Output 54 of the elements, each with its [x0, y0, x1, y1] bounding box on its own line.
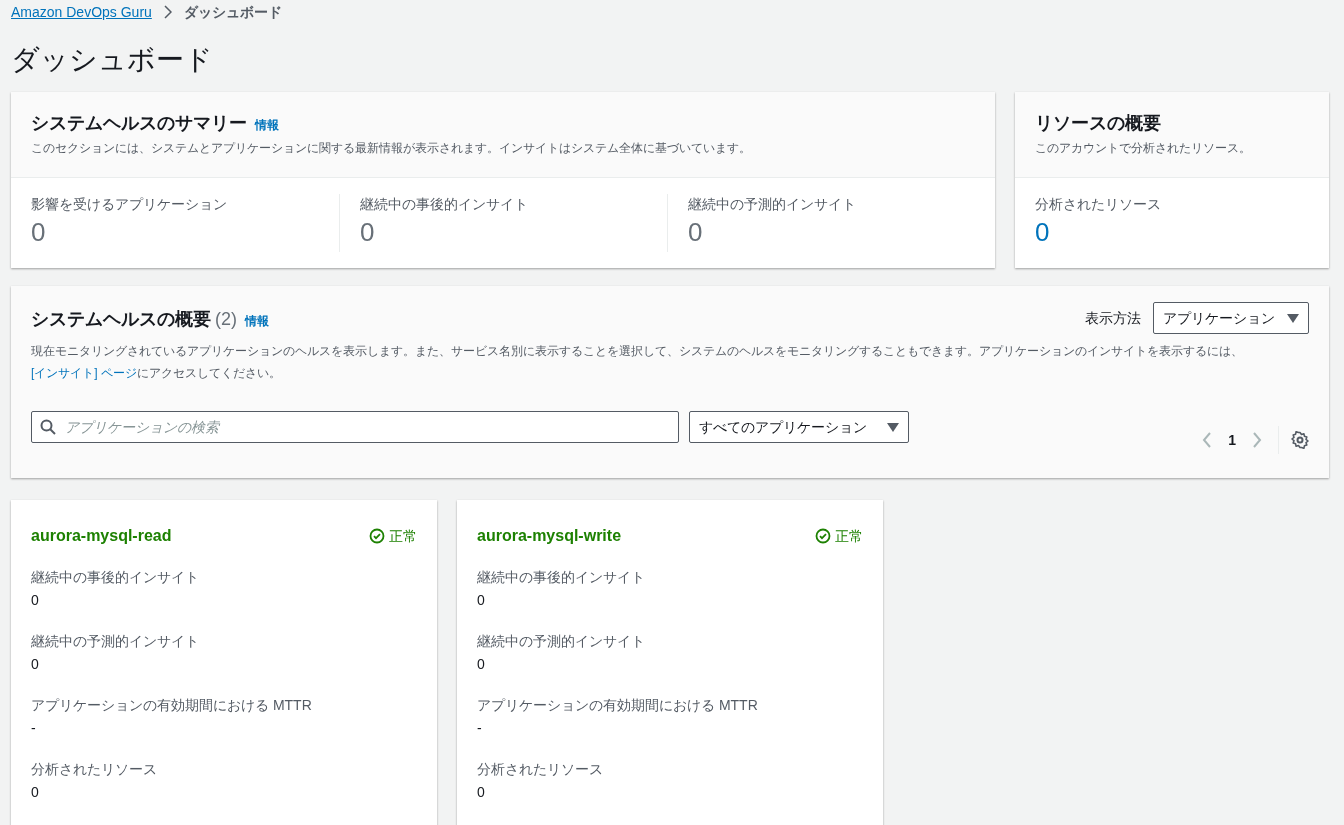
caret-icon	[1287, 313, 1299, 323]
field-value: 0	[31, 591, 39, 610]
item-count: (2)	[215, 308, 237, 331]
application-name-link[interactable]: aurora-mysql-read	[31, 524, 172, 548]
section-description: このセクションには、システムとアプリケーションに関する最新情報が表示されます。インサイトはシステム全体に基づいています。	[31, 140, 751, 157]
section-title: リソースの概要	[1035, 112, 1161, 135]
field-label: 分析されたリソース	[477, 760, 603, 779]
insights-link[interactable]: [インサイト] ページ	[31, 366, 137, 380]
field-value: -	[477, 719, 482, 738]
metric-value: 0	[31, 216, 46, 249]
field-label: 分析されたリソース	[31, 760, 157, 779]
view-by-label: 表示方法	[1085, 308, 1141, 328]
page-title: ダッシュボード	[11, 43, 213, 77]
search-field[interactable]: アプリケーションの検索	[31, 411, 679, 443]
field-value: 0	[477, 783, 485, 802]
metric-label: 継続中の事後的インサイト	[360, 195, 528, 214]
application-name-link[interactable]: aurora-mysql-write	[477, 524, 622, 548]
section-description: このアカウントで分析されたリソース。	[1035, 140, 1251, 157]
chevron-right-icon[interactable]	[1252, 432, 1262, 448]
info-link[interactable]: 情報	[245, 312, 269, 330]
field-label: アプリケーションの有効期間における MTTR	[477, 696, 758, 715]
breadcrumb-link[interactable]: Amazon DevOps Guru	[11, 1, 152, 23]
metric-value: 0	[360, 216, 375, 249]
field-label: 継続中の事後的インサイト	[31, 568, 199, 587]
field-value: 0	[477, 655, 485, 674]
section-title: システムヘルスのサマリー	[31, 112, 247, 135]
page-number[interactable]: 1	[1220, 429, 1244, 451]
chevron-right-icon	[163, 5, 172, 19]
metric-value: 0	[688, 216, 703, 249]
field-label: 継続中の予測的インサイト	[477, 632, 645, 651]
field-label: 継続中の事後的インサイト	[477, 568, 645, 587]
view-by-select[interactable]: アプリケーション	[1153, 302, 1309, 334]
section-description: にアクセスしてください。	[137, 366, 281, 380]
field-label: アプリケーションの有効期間における MTTR	[31, 696, 312, 715]
settings-icon[interactable]	[1291, 431, 1309, 449]
search-icon	[40, 419, 56, 435]
section-title: システムヘルスの概要	[31, 308, 211, 331]
status-text: 正常	[389, 526, 417, 546]
metric-label: 分析されたリソース	[1035, 195, 1161, 214]
field-label: 継続中の予測的インサイト	[31, 632, 199, 651]
metric-value[interactable]: 0	[1035, 215, 1050, 249]
metric-label: 影響を受けるアプリケーション	[31, 195, 227, 214]
field-value: 0	[31, 655, 39, 674]
section-description: 現在モニタリングされているアプリケーションのヘルスを表示します。また、サービス名別に表示することを選択して、システムのヘルスをモニタリングすることもできます。アプリケーションのインサイトを表示するには、	[31, 344, 1243, 358]
breadcrumb-current: ダッシュボード	[183, 2, 282, 22]
chevron-left-icon[interactable]	[1202, 432, 1213, 448]
field-value: -	[31, 719, 36, 738]
application-filter-select[interactable]: すべてのアプリケーション	[689, 411, 909, 443]
info-link[interactable]: 情報	[255, 116, 279, 134]
metric-label: 継続中の予測的インサイト	[688, 195, 856, 214]
field-value: 0	[31, 783, 39, 802]
field-value: 0	[477, 591, 485, 610]
status-text: 正常	[835, 526, 863, 546]
caret-icon	[887, 422, 899, 432]
